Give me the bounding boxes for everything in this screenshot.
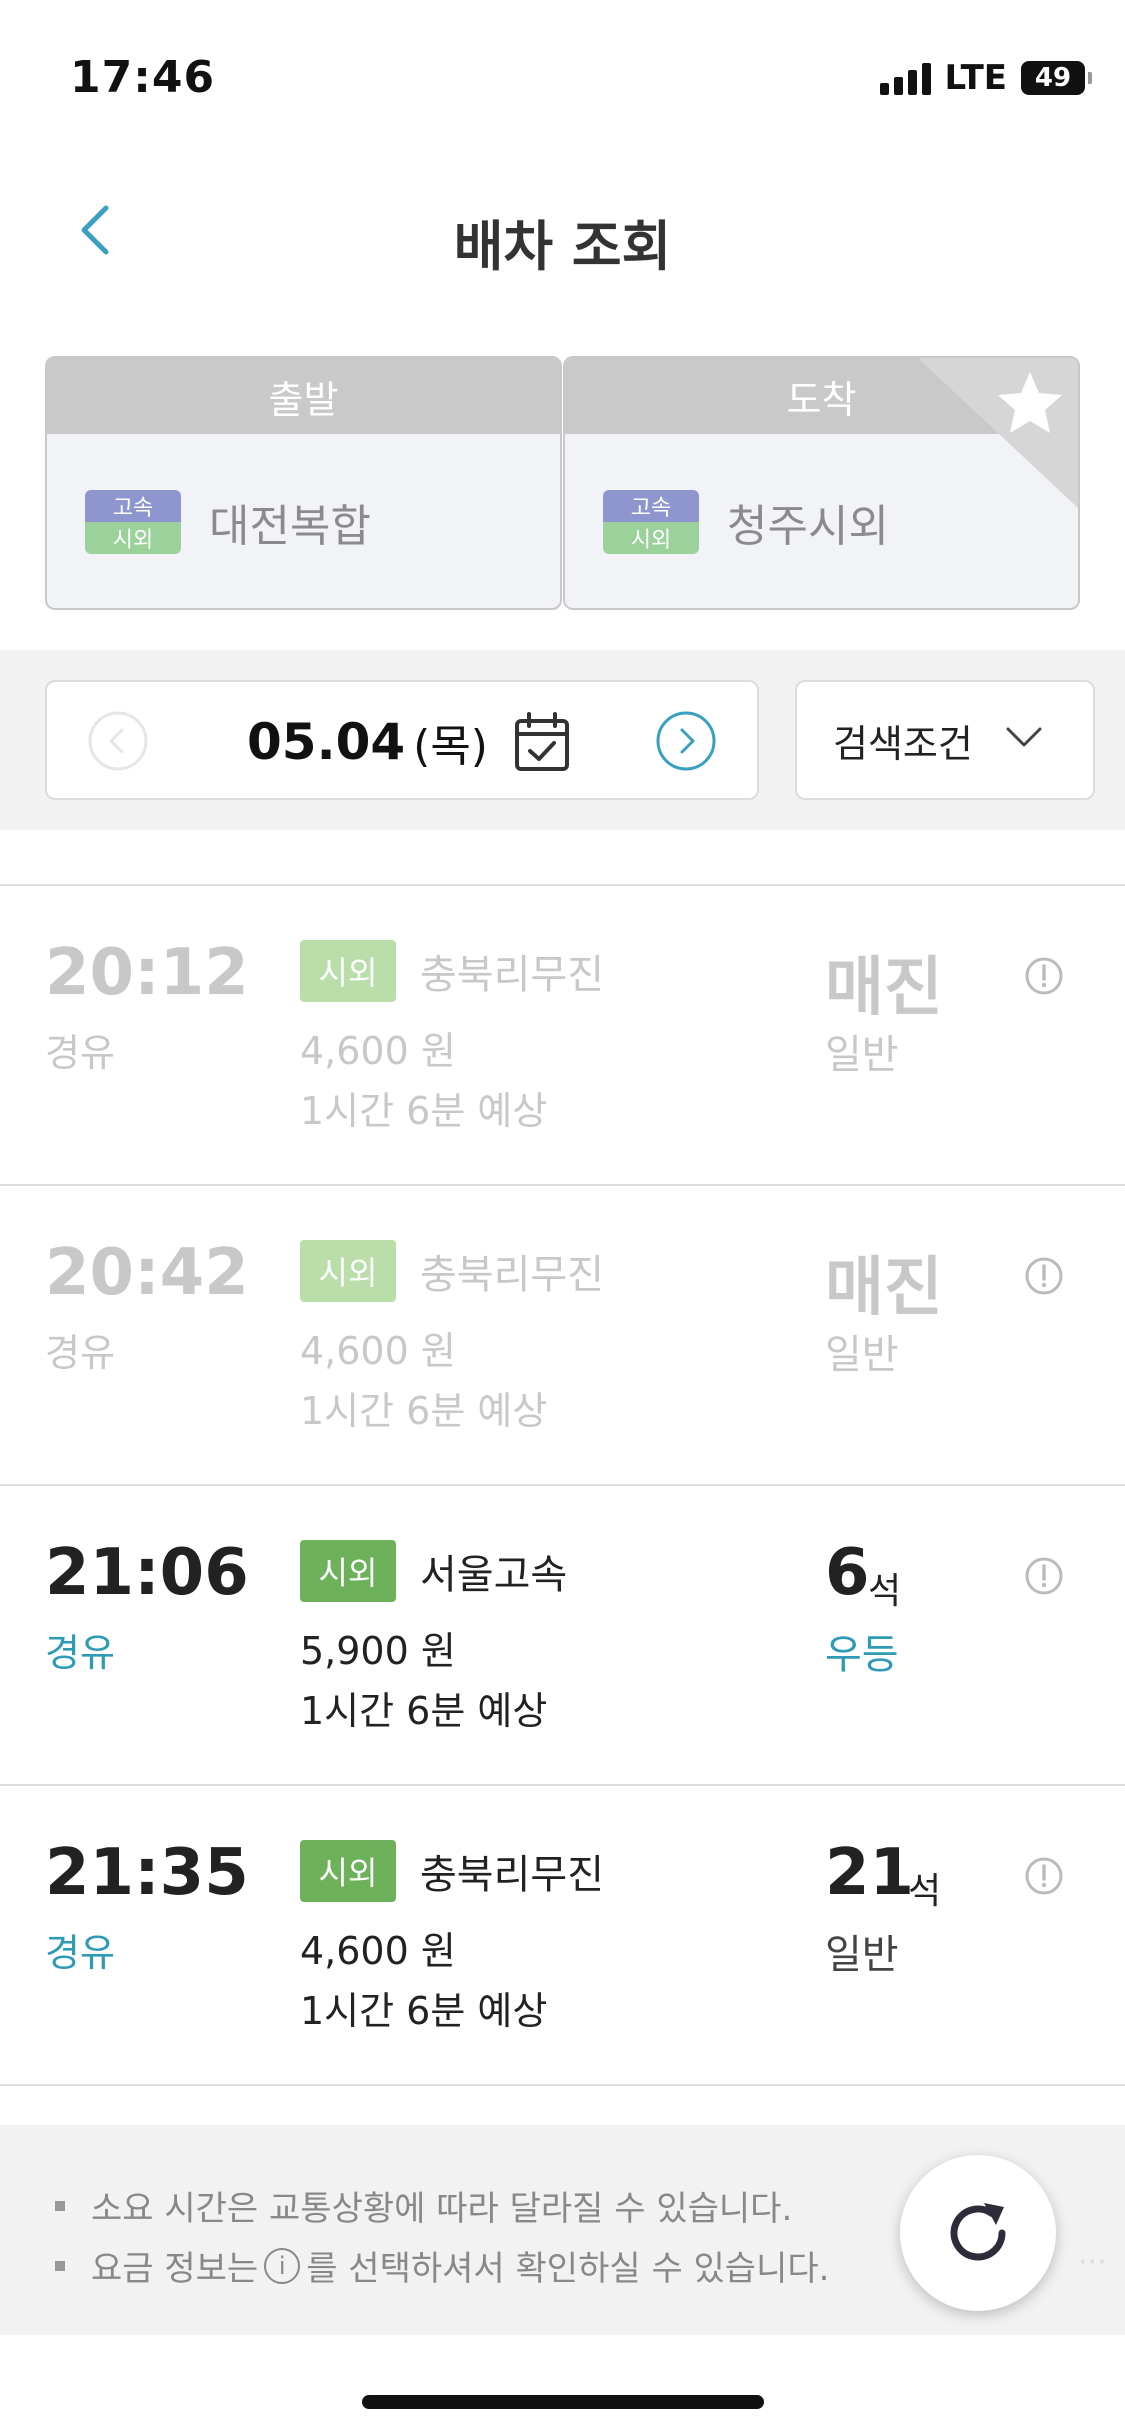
company-type-badge: 시외: [300, 1240, 396, 1302]
date-selector: 05.04 (목): [45, 680, 759, 800]
schedule-row[interactable]: 21:35 경유 시외 충북리무진 4,600 원 1시간 6분 예상 21 석…: [0, 1786, 1125, 2086]
seats-remaining: 6: [825, 1536, 870, 1610]
network-label: LTE: [944, 58, 1007, 98]
date-weekday: (목): [413, 721, 488, 772]
bus-company: 충북리무진: [420, 1252, 604, 1298]
bus-company: 충북리무진: [420, 1852, 604, 1898]
duration: 1시간 6분 예상: [300, 1989, 548, 2033]
departure-terminal[interactable]: 출발 고속 시외 대전복합: [45, 356, 562, 610]
info-icon[interactable]: [1024, 956, 1064, 996]
terminal-type-badge: 고속 시외: [603, 490, 699, 554]
favorite-star-icon[interactable]: [918, 358, 1078, 508]
fare: 4,600 원: [300, 1929, 456, 1973]
fare: 4,600 원: [300, 1329, 456, 1373]
arrival-terminal[interactable]: 도착 고속 시외 청주시외: [563, 356, 1080, 610]
notice-text-after: 를 선택하셔서 확인하실 수 있습니다.: [306, 2249, 830, 2289]
duration: 1시간 6분 예상: [300, 1389, 548, 1433]
search-filter-dropdown[interactable]: 검색조건: [795, 680, 1095, 800]
via-label[interactable]: 경유: [45, 1622, 115, 1677]
departure-time: 20:12: [45, 936, 249, 1010]
bullet: [55, 2260, 65, 2271]
seat-unit: 석: [868, 1571, 902, 1612]
bus-grade: 일반: [825, 1932, 899, 1978]
schedule-list: 20:12 경유 시외 충북리무진 4,600 원 1시간 6분 예상 매진 일…: [0, 884, 1125, 2086]
departure-time: 20:42: [45, 1236, 249, 1310]
info-icon[interactable]: [1024, 1256, 1064, 1296]
status-time: 17:46: [70, 52, 216, 103]
info-icon: i: [264, 2247, 301, 2284]
current-date[interactable]: 05.04 (목): [247, 710, 570, 774]
via-label[interactable]: 경유: [45, 1022, 115, 1077]
via-label[interactable]: 경유: [45, 1322, 115, 1377]
info-icon[interactable]: [1024, 1556, 1064, 1596]
departure-time: 21:06: [45, 1536, 249, 1610]
bus-grade: 우등: [825, 1632, 899, 1678]
nav-header: 배차 조회: [0, 150, 1125, 320]
route-section: 출발 고속 시외 대전복합 도착 고속 시외 청주시외: [0, 320, 1125, 650]
signal-icon: [879, 61, 931, 95]
badge-intercity: 시외: [85, 522, 181, 554]
seats-remaining: 21: [825, 1836, 915, 1910]
more-dots-icon: ···: [1078, 2245, 1107, 2280]
company-type-badge: 시외: [300, 1540, 396, 1602]
seat-status: 매진: [825, 951, 943, 1025]
next-date-button[interactable]: [655, 710, 717, 772]
bus-company: 서울고속: [420, 1552, 568, 1598]
schedule-row[interactable]: 21:06 경유 시외 서울고속 5,900 원 1시간 6분 예상 6 석 우…: [0, 1486, 1125, 1786]
date-filter-bar: 05.04 (목) 검색조건: [0, 650, 1125, 830]
bus-grade: 일반: [825, 1332, 899, 1378]
company-type-badge: 시외: [300, 940, 396, 1002]
departure-label: 출발: [47, 358, 560, 434]
duration: 1시간 6분 예상: [300, 1689, 548, 1733]
status-indicators: LTE 49: [879, 58, 1092, 98]
departure-name: 대전복합: [209, 501, 371, 552]
arrival-name: 청주시외: [727, 501, 889, 552]
notice-text: 소요 시간은 교통상황에 따라 달라질 수 있습니다.: [91, 2189, 793, 2229]
badge-express: 고속: [603, 490, 699, 522]
notice-text-before: 요금 정보는: [91, 2249, 259, 2289]
seat-unit: 석: [908, 1871, 942, 1912]
departure-time: 21:35: [45, 1836, 249, 1910]
duration: 1시간 6분 예상: [300, 1089, 548, 1133]
battery-level: 49: [1034, 63, 1072, 93]
badge-express: 고속: [85, 490, 181, 522]
calendar-icon[interactable]: [514, 712, 570, 772]
schedule-row[interactable]: 20:42 경유 시외 충북리무진 4,600 원 1시간 6분 예상 매진 일…: [0, 1186, 1125, 1486]
terminal-type-badge: 고속 시외: [85, 490, 181, 554]
status-bar: 17:46 LTE 49: [0, 0, 1125, 150]
home-indicator[interactable]: [362, 2395, 764, 2409]
chevron-down-icon: [1006, 727, 1042, 747]
bus-company: 충북리무진: [420, 952, 604, 998]
notice-item: 요금 정보는 i 를 선택하셔서 확인하실 수 있습니다.: [55, 2241, 829, 2290]
schedule-row[interactable]: 20:12 경유 시외 충북리무진 4,600 원 1시간 6분 예상 매진 일…: [0, 886, 1125, 1186]
fare: 5,900 원: [300, 1629, 456, 1673]
refresh-button[interactable]: [900, 2155, 1056, 2311]
bus-grade: 일반: [825, 1032, 899, 1078]
badge-intercity: 시외: [603, 522, 699, 554]
refresh-icon: [950, 2203, 1006, 2261]
bullet: [55, 2200, 65, 2211]
company-type-badge: 시외: [300, 1840, 396, 1902]
seat-status: 매진: [825, 1251, 943, 1325]
prev-date-button[interactable]: [87, 710, 149, 772]
page-title: 배차 조회: [453, 215, 672, 278]
fare: 4,600 원: [300, 1029, 456, 1073]
notice-item: 소요 시간은 교통상황에 따라 달라질 수 있습니다.: [55, 2181, 792, 2230]
date-value: 05.04: [247, 713, 406, 771]
via-label[interactable]: 경유: [45, 1922, 115, 1977]
info-icon[interactable]: [1024, 1856, 1064, 1896]
filter-label: 검색조건: [833, 721, 973, 766]
battery-icon: 49: [1021, 61, 1092, 95]
